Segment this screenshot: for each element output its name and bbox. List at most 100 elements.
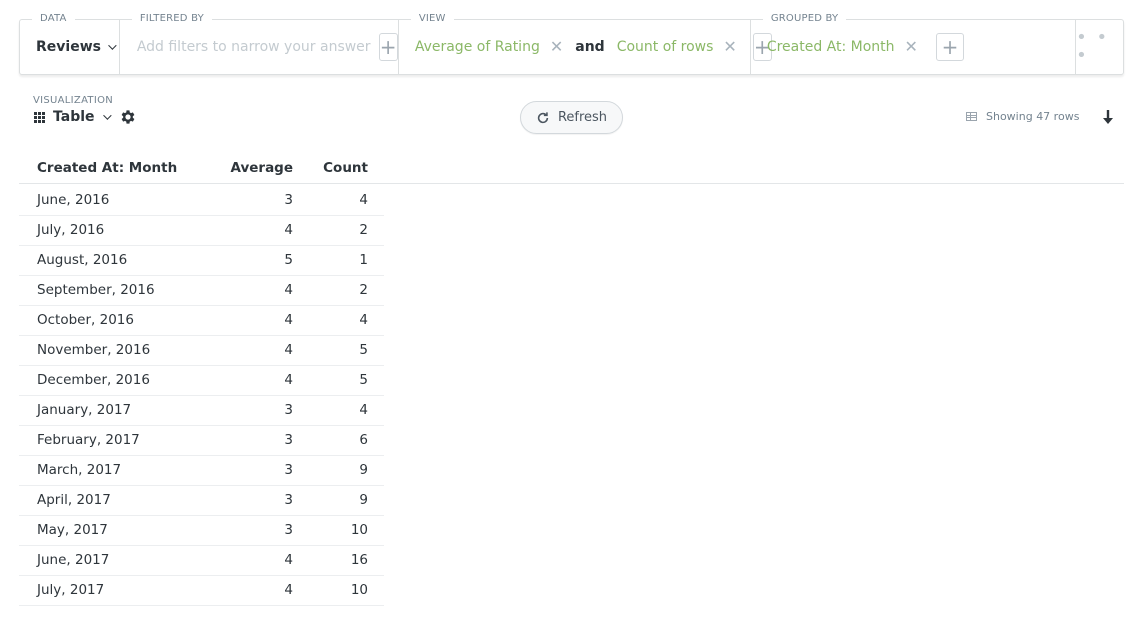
table-row: April, 2017 3 9 bbox=[19, 485, 384, 516]
cell-created-at-month[interactable]: March, 2017 bbox=[19, 455, 200, 486]
cell-average[interactable]: 4 bbox=[200, 275, 293, 306]
table-row: August, 2016 5 1 bbox=[19, 245, 384, 276]
metric-joiner: and bbox=[575, 39, 605, 55]
chevron-down-icon bbox=[108, 41, 117, 50]
filter-placeholder[interactable]: Add filters to narrow your answer bbox=[137, 39, 371, 55]
cell-created-at-month[interactable]: June, 2017 bbox=[19, 545, 200, 576]
cell-created-at-month[interactable]: August, 2016 bbox=[19, 245, 200, 276]
breakout-created-at-month[interactable]: Created At: Month bbox=[767, 39, 895, 55]
cell-count[interactable]: 4 bbox=[293, 183, 384, 216]
cell-average[interactable]: 4 bbox=[200, 305, 293, 336]
refresh-label: Refresh bbox=[557, 110, 608, 125]
results-table: Created At: Month Average Count June, 20… bbox=[19, 153, 384, 606]
plus-icon: + bbox=[941, 35, 959, 59]
remove-metric-close-icon[interactable]: ✕ bbox=[550, 39, 563, 55]
cell-created-at-month[interactable]: July, 2017 bbox=[19, 575, 200, 606]
column-header-average[interactable]: Average bbox=[200, 153, 293, 183]
table-row: July, 2017 4 10 bbox=[19, 575, 384, 606]
table-header-row: Created At: Month Average Count bbox=[19, 153, 384, 183]
table-body: June, 2016 3 4 July, 2016 4 2 August, 2016 5 1 Se… bbox=[19, 183, 384, 606]
table-row: May, 2017 3 10 bbox=[19, 515, 384, 546]
data-section-label: DATA bbox=[32, 12, 75, 26]
filter-section: FILTERED BY Add filters to narrow your a… bbox=[120, 12, 399, 74]
group-section: GROUPED BY Created At: Month ✕ + bbox=[751, 12, 1077, 74]
filter-section-label: FILTERED BY bbox=[131, 12, 212, 26]
cell-average[interactable]: 4 bbox=[200, 215, 293, 246]
cell-count[interactable]: 16 bbox=[293, 545, 384, 576]
cell-created-at-month[interactable]: June, 2016 bbox=[19, 183, 200, 216]
gear-icon[interactable] bbox=[119, 108, 137, 126]
cell-created-at-month[interactable]: September, 2016 bbox=[19, 275, 200, 306]
table-row: February, 2017 3 6 bbox=[19, 425, 384, 456]
cell-average[interactable]: 5 bbox=[200, 245, 293, 276]
cell-average[interactable]: 3 bbox=[200, 515, 293, 546]
table-row: November, 2016 4 5 bbox=[19, 335, 384, 366]
cell-count[interactable]: 10 bbox=[293, 575, 384, 606]
visualization-type-select[interactable]: Table bbox=[34, 109, 112, 125]
remove-breakout-close-icon[interactable]: ✕ bbox=[905, 39, 918, 55]
refresh-icon bbox=[537, 111, 549, 123]
cell-count[interactable]: 10 bbox=[293, 515, 384, 546]
visualization-type-value: Table bbox=[53, 109, 95, 125]
cell-count[interactable]: 9 bbox=[293, 485, 384, 516]
chevron-down-icon bbox=[102, 111, 112, 120]
table-row: January, 2017 3 4 bbox=[19, 395, 384, 426]
cell-created-at-month[interactable]: January, 2017 bbox=[19, 395, 200, 426]
cell-created-at-month[interactable]: May, 2017 bbox=[19, 515, 200, 546]
view-section-label: VIEW bbox=[410, 12, 454, 26]
more-options-icon[interactable]: • • • bbox=[1076, 29, 1123, 65]
row-count-text: Showing 47 rows bbox=[986, 110, 1080, 123]
table-row: December, 2016 4 5 bbox=[19, 365, 384, 396]
column-header-count[interactable]: Count bbox=[293, 153, 384, 183]
cell-created-at-month[interactable]: November, 2016 bbox=[19, 335, 200, 366]
cell-count[interactable]: 5 bbox=[293, 365, 384, 396]
cell-count[interactable]: 5 bbox=[293, 335, 384, 366]
cell-average[interactable]: 4 bbox=[200, 575, 293, 606]
table-row: October, 2016 4 4 bbox=[19, 305, 384, 336]
table-row: June, 2016 3 4 bbox=[19, 183, 384, 216]
data-section: DATA Reviews bbox=[20, 12, 120, 74]
group-section-label: GROUPED BY bbox=[762, 12, 847, 26]
download-icon[interactable] bbox=[1101, 109, 1115, 127]
metric-count-rows[interactable]: Count of rows bbox=[617, 39, 714, 55]
table-row: March, 2017 3 9 bbox=[19, 455, 384, 486]
cell-count[interactable]: 4 bbox=[293, 395, 384, 426]
refresh-button[interactable]: Refresh bbox=[520, 101, 623, 134]
cell-average[interactable]: 3 bbox=[200, 395, 293, 426]
visualization-label: VISUALIZATION bbox=[33, 95, 114, 106]
remove-metric-close-icon[interactable]: ✕ bbox=[723, 39, 736, 55]
table-row: June, 2017 4 16 bbox=[19, 545, 384, 576]
add-filter-button[interactable]: + bbox=[378, 33, 398, 61]
column-header-created-at-month[interactable]: Created At: Month bbox=[19, 153, 200, 183]
cell-created-at-month[interactable]: December, 2016 bbox=[19, 365, 200, 396]
cell-created-at-month[interactable]: July, 2016 bbox=[19, 215, 200, 246]
cell-average[interactable]: 3 bbox=[200, 455, 293, 486]
data-source-value: Reviews bbox=[36, 39, 101, 55]
data-source-select[interactable]: Reviews bbox=[36, 39, 117, 55]
cell-created-at-month[interactable]: October, 2016 bbox=[19, 305, 200, 336]
cell-count[interactable]: 2 bbox=[293, 215, 384, 246]
row-count-info: Showing 47 rows bbox=[966, 110, 1079, 123]
table-icon bbox=[966, 112, 977, 121]
cell-average[interactable]: 4 bbox=[200, 335, 293, 366]
cell-average[interactable]: 3 bbox=[200, 425, 293, 456]
table-row: July, 2016 4 2 bbox=[19, 215, 384, 246]
query-builder: DATA Reviews FILTERED BY Add filters to … bbox=[19, 12, 1124, 75]
table-row: September, 2016 4 2 bbox=[19, 275, 384, 306]
plus-icon: + bbox=[379, 35, 397, 59]
cell-created-at-month[interactable]: April, 2017 bbox=[19, 485, 200, 516]
view-section: VIEW Average of Rating ✕ and Count of ro… bbox=[399, 12, 772, 74]
cell-count[interactable]: 2 bbox=[293, 275, 384, 306]
cell-created-at-month[interactable]: February, 2017 bbox=[19, 425, 200, 456]
cell-count[interactable]: 1 bbox=[293, 245, 384, 276]
add-breakout-button[interactable]: + bbox=[935, 33, 964, 61]
cell-count[interactable]: 9 bbox=[293, 455, 384, 486]
cell-average[interactable]: 4 bbox=[200, 545, 293, 576]
table-grid-icon bbox=[34, 111, 45, 123]
metric-average-rating[interactable]: Average of Rating bbox=[415, 39, 540, 55]
cell-average[interactable]: 3 bbox=[200, 183, 293, 216]
cell-average[interactable]: 4 bbox=[200, 365, 293, 396]
cell-count[interactable]: 4 bbox=[293, 305, 384, 336]
cell-count[interactable]: 6 bbox=[293, 425, 384, 456]
cell-average[interactable]: 3 bbox=[200, 485, 293, 516]
